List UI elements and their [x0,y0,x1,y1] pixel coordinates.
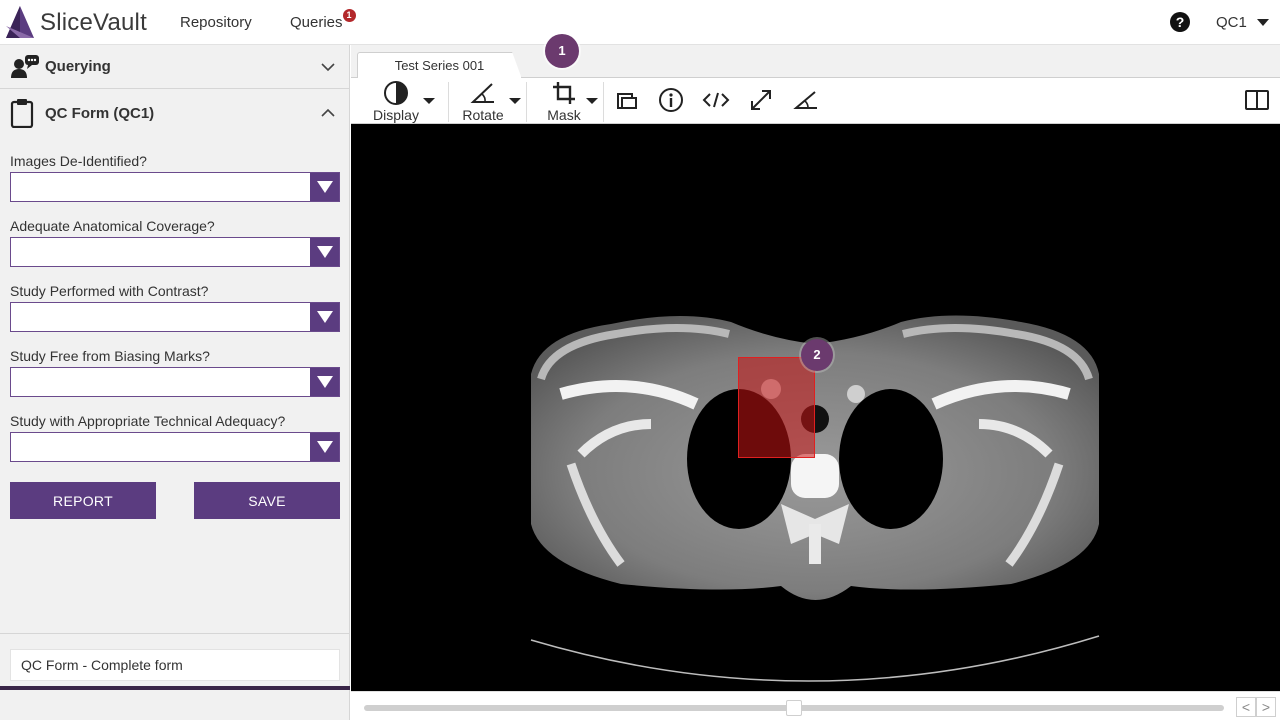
clipboard-icon [10,99,34,128]
separator [448,82,449,122]
qc-form-panel-header[interactable]: QC Form (QC1) [0,91,350,135]
expand-icon[interactable] [747,86,775,114]
display-label: Display [373,107,419,123]
field-label-technical-adequacy: Study with Appropriate Technical Adequac… [10,413,286,429]
step-marker-1: 1 [545,34,579,68]
user-chat-icon [11,55,39,78]
field-label-coverage: Adequate Anatomical Coverage? [10,218,215,234]
chevron-up-icon [321,108,335,117]
slice-slider-bar: < > [351,691,1280,720]
ct-scan-image [530,315,1100,682]
split-view-icon[interactable] [1243,86,1271,114]
mask-label: Mask [547,107,581,123]
chevron-down-icon [321,62,335,71]
series-tabstrip: Test Series 001 [351,45,1280,79]
caret-down-icon [1256,19,1269,26]
nav-queries[interactable]: Queries 1 [290,9,356,31]
top-bar: SliceVault Repository Queries 1 ? QC1 [0,0,1280,45]
nav-queries-label: Queries [290,14,343,31]
app-logo[interactable]: SliceVault [4,4,147,42]
separator [526,82,527,122]
next-slice-button[interactable]: > [1256,697,1276,717]
mask-tool[interactable]: Mask [541,78,587,124]
qc-form-title: QC Form (QC1) [45,104,155,122]
rotate-label: Rotate [462,107,504,123]
tab-test-series[interactable]: Test Series 001 [357,52,522,79]
field-label-biasing-marks: Study Free from Biasing Marks? [10,348,210,364]
save-button[interactable]: SAVE [194,482,340,519]
help-icon[interactable]: ? [1170,12,1190,32]
dropdown-arrow-icon[interactable] [310,368,339,396]
info-icon[interactable] [657,86,685,114]
contrast-icon [384,81,408,105]
angle-measure-icon[interactable] [792,86,820,114]
mask-roi-region[interactable] [738,357,815,458]
previous-slice-button[interactable]: < [1236,697,1256,717]
dropdown-arrow-icon[interactable] [310,238,339,266]
display-tool[interactable]: Display [365,78,427,124]
select-deidentified[interactable] [10,172,340,202]
rotate-caret-icon[interactable] [509,98,521,104]
rotate-tool[interactable]: Rotate [455,78,511,124]
querying-title: Querying [45,58,111,75]
dropdown-arrow-icon[interactable] [310,433,339,461]
step-marker-2: 2 [801,339,833,371]
user-name: QC1 [1216,14,1247,31]
nav-repository[interactable]: Repository [180,14,252,31]
field-label-contrast: Study Performed with Contrast? [10,283,209,299]
sidebar-bottom-bar [0,686,350,690]
app-name: SliceVault [40,9,147,36]
crop-icon [553,82,575,104]
slice-slider-thumb[interactable] [786,700,802,716]
image-viewer: Test Series 001 Display Rotate Mask 1 2 … [351,34,1280,720]
select-coverage[interactable] [10,237,340,267]
dropdown-arrow-icon[interactable] [310,173,339,201]
slicevault-logo-icon [6,6,34,38]
select-technical-adequacy[interactable] [10,432,340,462]
user-menu[interactable]: QC1 [1216,14,1269,31]
dropdown-arrow-icon[interactable] [310,303,339,331]
select-contrast[interactable] [10,302,340,332]
field-label-deidentified: Images De-Identified? [10,153,147,169]
code-icon[interactable] [702,86,730,114]
sidebar: Querying QC Form (QC1) Images De-Identif… [0,45,350,720]
report-button[interactable]: REPORT [10,482,156,519]
display-caret-icon[interactable] [423,98,435,104]
viewer-toolbar: Display Rotate Mask [351,78,1280,124]
queries-count-badge: 1 [342,9,356,22]
ct-image-viewport[interactable]: 2 [351,124,1280,691]
querying-panel-header[interactable]: Querying [0,45,350,89]
mask-caret-icon[interactable] [586,98,598,104]
form-status-text: QC Form - Complete form [10,649,340,681]
angle-icon [470,83,494,103]
layers-icon[interactable] [613,86,641,114]
divider [0,633,350,634]
select-biasing-marks[interactable] [10,367,340,397]
separator [603,82,604,122]
